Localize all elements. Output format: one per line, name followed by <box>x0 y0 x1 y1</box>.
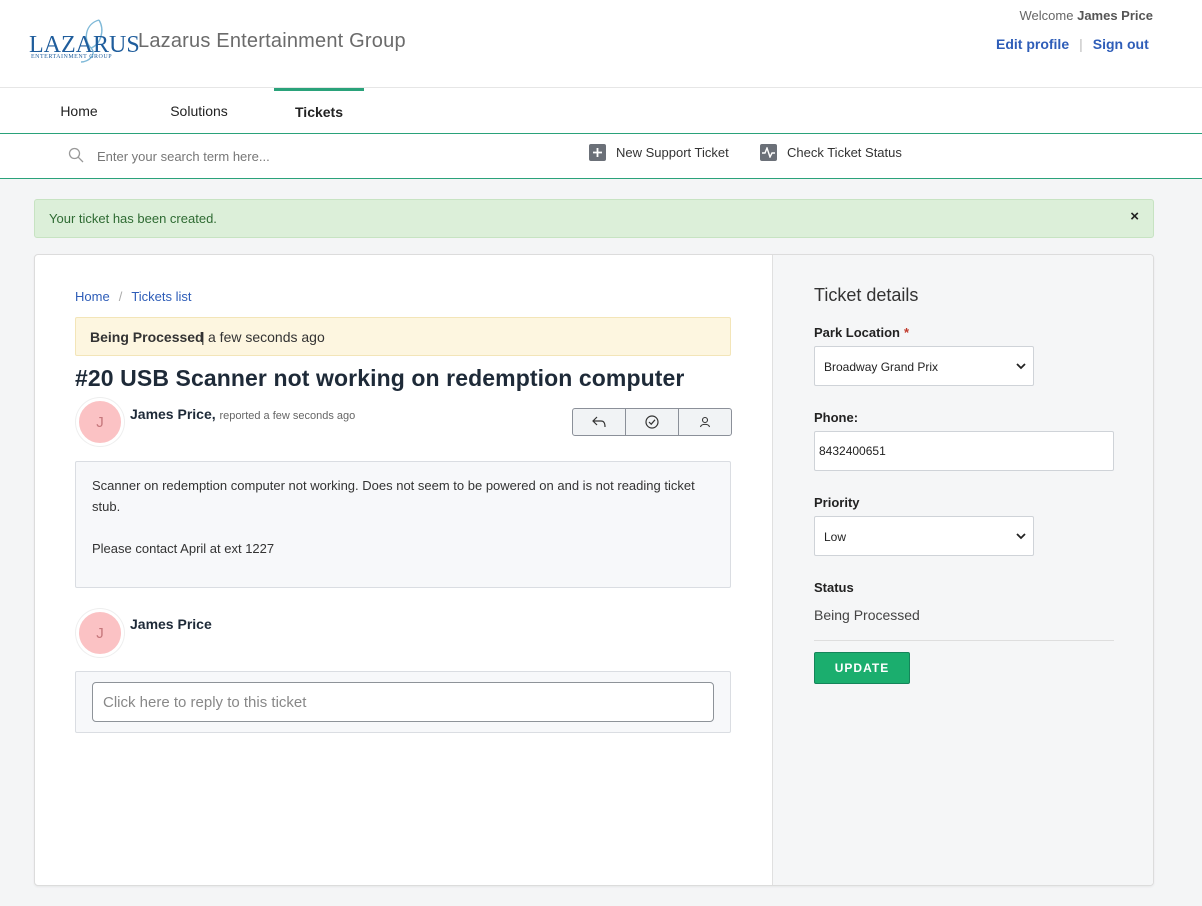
logo-subtext: ENTERTAINMENT GROUP <box>31 54 113 60</box>
user-links: Edit profile | Sign out <box>996 36 1149 52</box>
ticket-time: a few seconds ago <box>208 329 325 345</box>
breadcrumb: Home / Tickets list <box>75 289 192 304</box>
breadcrumb-home[interactable]: Home <box>75 289 110 304</box>
breadcrumb-tickets-list[interactable]: Tickets list <box>131 289 191 304</box>
resolve-button[interactable] <box>626 409 679 435</box>
breadcrumb-separator: / <box>118 289 123 304</box>
edit-profile-link[interactable]: Edit profile <box>996 36 1069 52</box>
required-mark: * <box>903 325 910 340</box>
ticket-action-buttons <box>572 408 732 436</box>
ticket-message: Scanner on redemption computer not worki… <box>75 461 731 588</box>
park-location-value: Broadway Grand Prix <box>824 360 939 374</box>
ticket-title: #20 USB Scanner not working on redemptio… <box>75 365 685 391</box>
status-value: Being Processed <box>814 607 920 623</box>
reply-author-name: James Price <box>130 616 212 632</box>
success-alert: Your ticket has been created. × <box>34 199 1154 238</box>
ticket-card: Home / Tickets list Being Processed | a fe… <box>34 254 1154 886</box>
update-button[interactable]: UPDATE <box>814 652 910 684</box>
company-name: Lazarus Entertainment Group <box>138 30 406 52</box>
sign-out-link[interactable]: Sign out <box>1093 36 1149 52</box>
ticket-author-meta: reported a few seconds ago <box>219 410 356 422</box>
divider <box>814 640 1114 641</box>
reply-button[interactable] <box>573 409 626 435</box>
ticket-details-title: Ticket details <box>814 285 919 305</box>
priority-select[interactable]: Low <box>814 516 1034 556</box>
plus-icon <box>589 144 606 161</box>
new-support-ticket-label: New Support Ticket <box>616 145 729 160</box>
check-ticket-status-button[interactable]: Check Ticket Status <box>760 144 902 161</box>
ticket-status: Being Processed <box>90 329 204 345</box>
user-icon <box>699 416 711 428</box>
reply-avatar: J <box>76 609 124 657</box>
alert-message: Your ticket has been created. <box>49 211 217 226</box>
status-separator: | <box>201 329 205 345</box>
search-input[interactable] <box>97 146 397 166</box>
priority-label: Priority <box>814 495 860 510</box>
tab-tickets[interactable]: Tickets <box>274 88 364 133</box>
ticket-body-line1: Scanner on redemption computer not worki… <box>92 478 695 514</box>
avatar: J <box>76 398 124 446</box>
tab-home[interactable]: Home <box>34 88 124 133</box>
tab-solutions[interactable]: Solutions <box>154 88 244 133</box>
reply-input[interactable] <box>92 682 714 722</box>
status-label: Status <box>814 580 854 595</box>
check-circle-icon <box>645 415 659 429</box>
welcome-text: Welcome James Price <box>1020 8 1153 23</box>
new-support-ticket-button[interactable]: New Support Ticket <box>589 144 729 161</box>
ticket-body-line2: Please contact April at ext 1227 <box>92 541 275 556</box>
ticket-author-name: James Price, <box>130 406 216 422</box>
welcome-prefix: Welcome <box>1019 8 1074 23</box>
chevron-down-icon <box>1016 533 1026 540</box>
reply-box <box>75 671 731 733</box>
top-header: LAZARUS ENTERTAINMENT GROUP Lazarus Ente… <box>0 0 1202 88</box>
priority-value: Low <box>824 530 847 544</box>
phone-field[interactable] <box>814 431 1114 471</box>
park-location-label-text: Park Location <box>814 325 900 340</box>
search-bar: New Support Ticket Check Ticket Status <box>0 134 1202 179</box>
ticket-details-panel: Ticket details Park Location * Broadway G… <box>772 255 1153 885</box>
main-nav: Home Solutions Tickets <box>0 88 1202 134</box>
welcome-user-name: James Price <box>1077 8 1153 23</box>
park-location-select[interactable]: Broadway Grand Prix <box>814 346 1034 386</box>
ticket-author: James Price, reported a few seconds ago <box>130 406 355 422</box>
alert-close-icon[interactable]: × <box>1130 208 1139 225</box>
chevron-down-icon <box>1016 363 1026 370</box>
assign-button[interactable] <box>679 409 731 435</box>
park-location-label: Park Location * <box>814 325 909 340</box>
ticket-status-strip: Being Processed | a few seconds ago <box>75 317 731 356</box>
phone-label: Phone: <box>814 410 859 425</box>
company-logo[interactable]: LAZARUS ENTERTAINMENT GROUP <box>29 18 140 70</box>
reply-icon <box>592 416 606 428</box>
activity-icon <box>760 144 777 161</box>
check-ticket-status-label: Check Ticket Status <box>787 145 902 160</box>
link-separator: | <box>1079 36 1083 52</box>
search-icon <box>68 147 84 163</box>
